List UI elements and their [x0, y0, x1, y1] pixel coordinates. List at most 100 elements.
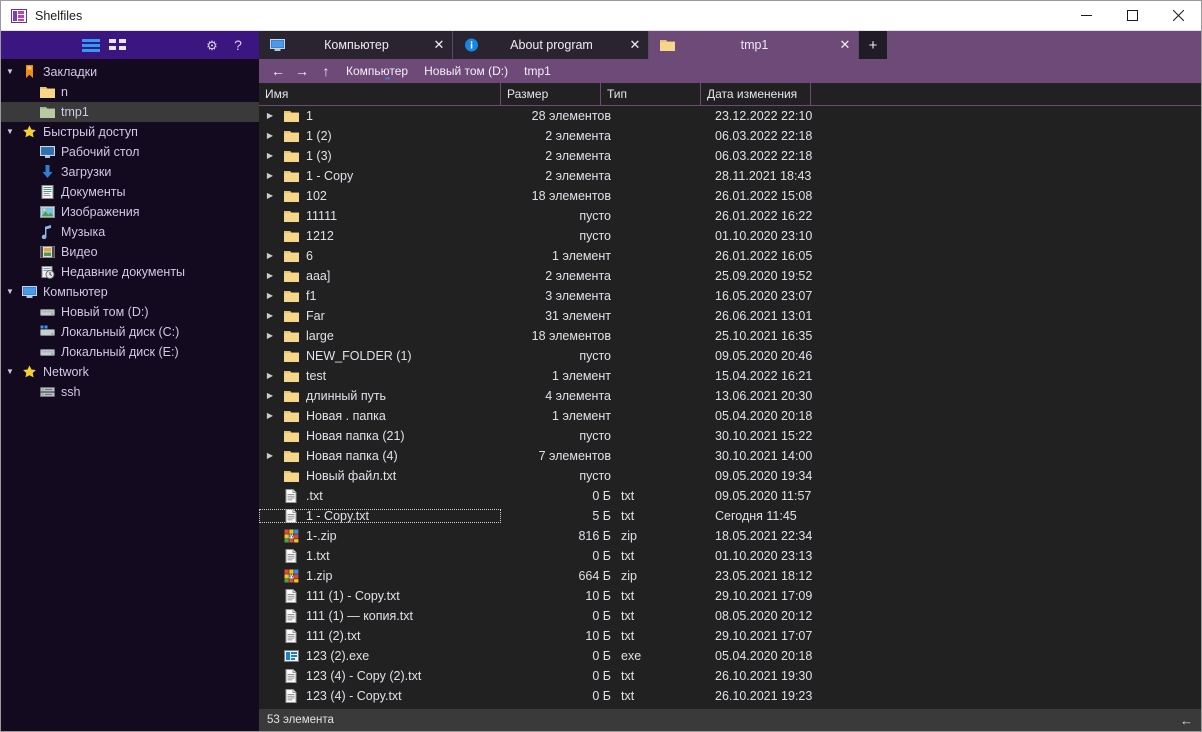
sidebar-item-7[interactable]: Изображения	[1, 202, 259, 222]
sidebar-item-12[interactable]: Новый том (D:)	[1, 302, 259, 322]
chevron-down-icon[interactable]: ▼	[1, 68, 19, 76]
sidebar-item-11[interactable]: ▼ Компьютер	[1, 282, 259, 302]
expand-triangle-icon[interactable]: ▶	[259, 272, 281, 280]
file-name-cell[interactable]: .txt	[259, 489, 501, 503]
file-name-cell[interactable]: ▶ test	[259, 369, 501, 383]
table-row[interactable]: ▶ aaa] 2 элемента 25.09.2020 19:52	[259, 266, 1201, 286]
table-row[interactable]: ▶ test 1 элемент 15.04.2022 16:21	[259, 366, 1201, 386]
tab-1[interactable]: About program ✕	[453, 31, 649, 59]
sidebar-item-15[interactable]: ▼ Network	[1, 362, 259, 382]
grid-view-button[interactable]	[104, 33, 130, 57]
table-row[interactable]: ▶ 102 18 элементов 26.01.2022 15:08	[259, 186, 1201, 206]
tab-2[interactable]: tmp1 ✕	[649, 31, 859, 59]
table-row[interactable]: 123 (2).exe 0 Б exe 05.04.2020 20:18	[259, 646, 1201, 666]
expand-triangle-icon[interactable]: ▶	[259, 332, 281, 340]
table-row[interactable]: Новый файл.txt пусто 09.05.2020 19:34	[259, 466, 1201, 486]
file-name-cell[interactable]: ▶ 1 (2)	[259, 129, 501, 143]
column-header-name[interactable]: Имя ⌃	[259, 77, 501, 105]
file-name-cell[interactable]: 111 (1) — копия.txt	[259, 609, 501, 623]
sidebar-item-1[interactable]: n	[1, 82, 259, 102]
file-name-cell[interactable]: W 1.zip	[259, 569, 501, 583]
table-row[interactable]: ▶ 1 (3) 2 элемента 06.03.2022 22:18	[259, 146, 1201, 166]
file-name-cell[interactable]: ▶ 1	[259, 109, 501, 123]
sidebar-item-2[interactable]: tmp1	[1, 102, 259, 122]
file-name-cell[interactable]: 1.txt	[259, 549, 501, 563]
table-row[interactable]: ▶ 1 28 элементов 23.12.2022 22:10	[259, 106, 1201, 126]
breadcrumb-item-1[interactable]: Новый том (D:)	[417, 60, 515, 82]
chevron-down-icon[interactable]: ▼	[1, 368, 19, 376]
table-row[interactable]: 1.txt 0 Б txt 01.10.2020 23:13	[259, 546, 1201, 566]
table-row[interactable]: ▶ 1 (2) 2 элемента 06.03.2022 22:18	[259, 126, 1201, 146]
sidebar-item-16[interactable]: ssh	[1, 382, 259, 402]
column-header-date[interactable]: Дата изменения	[701, 83, 811, 105]
expand-triangle-icon[interactable]: ▶	[259, 312, 281, 320]
table-row[interactable]: ▶ 6 1 элемент 26.01.2022 16:05	[259, 246, 1201, 266]
table-row[interactable]: 111 (1) — копия.txt 0 Б txt 08.05.2020 20:1…	[259, 606, 1201, 626]
table-row[interactable]: 1 - Copy.txt 5 Б txt Сегодня 11:45	[259, 506, 1201, 526]
minimize-button[interactable]	[1063, 1, 1109, 31]
sidebar-item-3[interactable]: ▼ Быстрый доступ	[1, 122, 259, 142]
file-name-cell[interactable]: ▶ Новая . папка	[259, 409, 501, 423]
expand-triangle-icon[interactable]: ▶	[259, 412, 281, 420]
file-name-cell[interactable]: Новая папка (21)	[259, 429, 501, 443]
tab-close-button[interactable]: ✕	[832, 37, 858, 53]
table-row[interactable]: ▶ Far 31 элемент 26.06.2021 13:01	[259, 306, 1201, 326]
expand-triangle-icon[interactable]: ▶	[259, 292, 281, 300]
tab-close-button[interactable]: ✕	[426, 37, 452, 53]
file-name-cell[interactable]: ▶ 102	[259, 189, 501, 203]
back-button[interactable]: ←	[267, 60, 289, 82]
table-row[interactable]: 123 (4) - Copy (2).txt 0 Б txt 26.10.2021 1…	[259, 666, 1201, 686]
file-name-cell[interactable]: ▶ aaa]	[259, 269, 501, 283]
expand-triangle-icon[interactable]: ▶	[259, 192, 281, 200]
table-row[interactable]: W 1.zip 664 Б zip 23.05.2021 18:12	[259, 566, 1201, 586]
table-row[interactable]: ▶ Новая . папка 1 элемент 05.04.2020 20:18	[259, 406, 1201, 426]
expand-triangle-icon[interactable]: ▶	[259, 152, 281, 160]
file-name-cell[interactable]: Новый файл.txt	[259, 469, 501, 483]
sidebar-item-8[interactable]: Музыка	[1, 222, 259, 242]
table-row[interactable]: 123 (4) - Copy.txt 0 Б txt 26.10.2021 19:23	[259, 686, 1201, 706]
file-list[interactable]: ▶ 1 28 элементов 23.12.2022 22:10 ▶ 1 (2) 2 эл…	[259, 106, 1201, 709]
settings-button[interactable]: ⚙	[199, 33, 225, 57]
expand-triangle-icon[interactable]: ▶	[259, 112, 281, 120]
expand-triangle-icon[interactable]: ▶	[259, 252, 281, 260]
table-row[interactable]: 11111 пусто 26.01.2022 16:22	[259, 206, 1201, 226]
file-name-cell[interactable]: 1212	[259, 229, 501, 243]
breadcrumb-item-0[interactable]: Компьютер	[339, 60, 415, 82]
file-name-cell[interactable]: ▶ 1 (3)	[259, 149, 501, 163]
table-row[interactable]: W 1-.zip 816 Б zip 18.05.2021 22:34	[259, 526, 1201, 546]
file-name-cell[interactable]: 123 (4) - Copy.txt	[259, 689, 501, 703]
file-name-cell[interactable]: ▶ f1	[259, 289, 501, 303]
file-name-cell[interactable]: 11111	[259, 209, 501, 223]
list-view-button[interactable]	[78, 33, 104, 57]
expand-triangle-icon[interactable]: ▶	[259, 372, 281, 380]
file-name-cell[interactable]: ▶ Far	[259, 309, 501, 323]
table-row[interactable]: 111 (2).txt 10 Б txt 29.10.2021 17:07	[259, 626, 1201, 646]
table-row[interactable]: 111 (1) - Copy.txt 10 Б txt 29.10.2021 17:0…	[259, 586, 1201, 606]
help-button[interactable]: ?	[225, 33, 251, 57]
file-name-cell[interactable]: 111 (1) - Copy.txt	[259, 589, 501, 603]
sidebar-item-4[interactable]: Рабочий стол	[1, 142, 259, 162]
maximize-button[interactable]	[1109, 1, 1155, 31]
forward-button[interactable]: →	[291, 60, 313, 82]
table-row[interactable]: ▶ f1 3 элемента 16.05.2020 23:07	[259, 286, 1201, 306]
new-tab-button[interactable]: +	[859, 31, 887, 59]
file-name-cell[interactable]: 123 (2).exe	[259, 649, 501, 663]
expand-triangle-icon[interactable]: ▶	[259, 172, 281, 180]
table-row[interactable]: NEW_FOLDER (1) пусто 09.05.2020 20:46	[259, 346, 1201, 366]
file-name-cell[interactable]: ▶ Новая папка (4)	[259, 449, 501, 463]
file-name-cell[interactable]: W 1-.zip	[259, 529, 501, 543]
sidebar-item-5[interactable]: Загрузки	[1, 162, 259, 182]
table-row[interactable]: ▶ Новая папка (4) 7 элементов 30.10.2021 14…	[259, 446, 1201, 466]
chevron-down-icon[interactable]: ▼	[1, 128, 19, 136]
sidebar-item-9[interactable]: Видео	[1, 242, 259, 262]
sidebar-item-14[interactable]: Локальный диск (E:)	[1, 342, 259, 362]
table-row[interactable]: 1212 пусто 01.10.2020 23:10	[259, 226, 1201, 246]
tab-0[interactable]: Компьютер ✕	[259, 31, 453, 59]
table-row[interactable]: ▶ длинный путь 4 элемента 13.06.2021 20:30	[259, 386, 1201, 406]
sidebar-item-6[interactable]: Документы	[1, 182, 259, 202]
close-button[interactable]	[1155, 1, 1201, 31]
expand-triangle-icon[interactable]: ▶	[259, 132, 281, 140]
file-name-cell[interactable]: ▶ 1 - Copy	[259, 169, 501, 183]
table-row[interactable]: .txt 0 Б txt 09.05.2020 11:57	[259, 486, 1201, 506]
file-name-cell[interactable]: ▶ длинный путь	[259, 389, 501, 403]
